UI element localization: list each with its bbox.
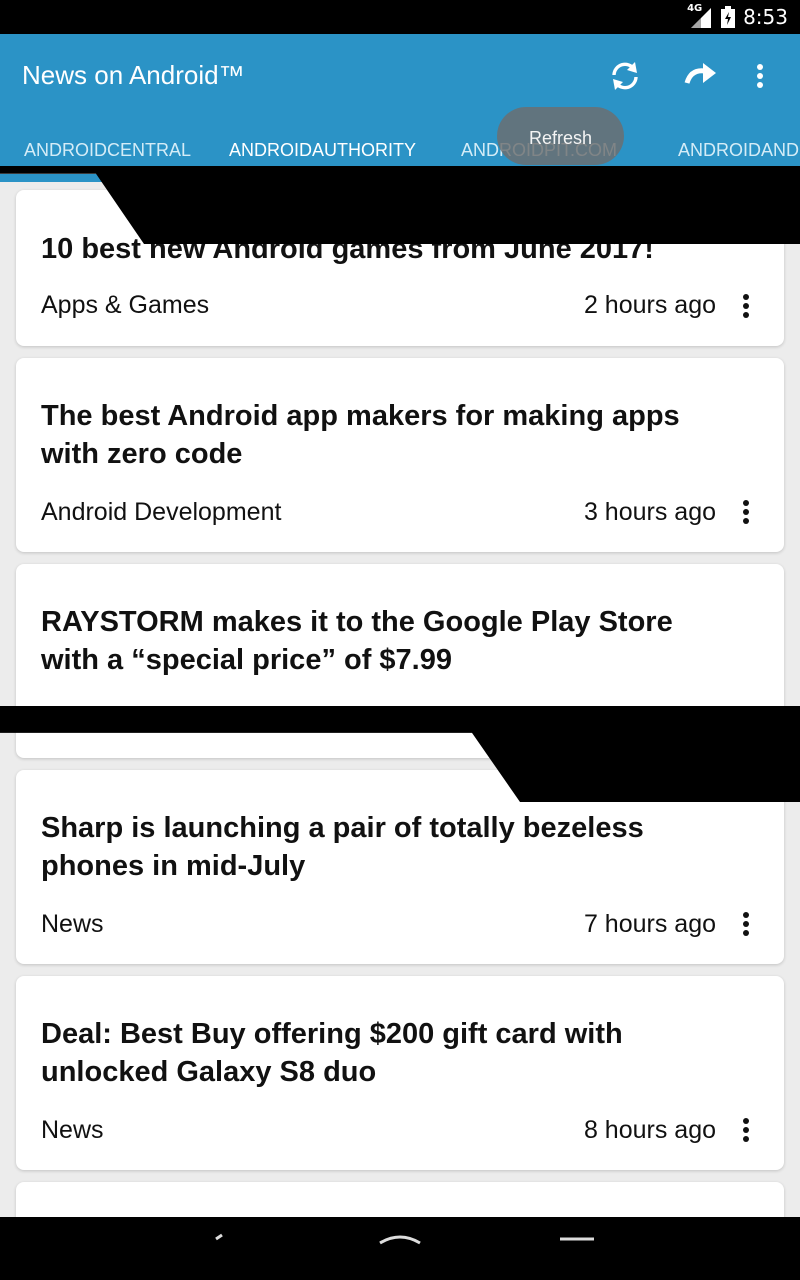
network-signal-icon: 4G: [687, 3, 713, 28]
article-title: Deal: Best Buy offering $200 gift card w…: [41, 1018, 623, 1088]
tab-bar: ANDROIDCENTRAL ANDROIDAUTHORITY ANDROIDP…: [0, 132, 800, 166]
article-category: Apps & Games: [41, 291, 210, 319]
forward-button[interactable]: [679, 54, 723, 98]
nav-back-button[interactable]: [160, 1217, 260, 1257]
tab-androidand[interactable]: ANDROIDAND: [678, 140, 799, 161]
article-title: RAYSTORM makes it to the Google Play Sto…: [41, 606, 673, 676]
refresh-tooltip: Refresh: [497, 107, 624, 165]
back-icon: [215, 1233, 223, 1241]
article-time: 8 hours ago: [583, 1116, 716, 1144]
article-title: The best Android app makers for making a…: [41, 400, 680, 470]
article-time: 2 hours ago: [583, 291, 716, 319]
more-vert-icon: [743, 500, 749, 524]
more-vert-icon: [757, 64, 763, 88]
article-more-button[interactable]: [726, 286, 766, 326]
nav-home-button[interactable]: [350, 1217, 450, 1257]
recents-icon: [560, 1237, 594, 1241]
article-card[interactable]: The best Android app makers for making a…: [16, 358, 784, 552]
network-type-label: 4G: [687, 3, 703, 14]
article-time: 7 hours ago: [583, 910, 716, 938]
article-time: 3 hours ago: [583, 498, 716, 526]
article-card[interactable]: Deal: Best Buy offering $200 gift card w…: [16, 976, 784, 1170]
article-category: News: [41, 910, 104, 938]
overflow-menu-button[interactable]: [738, 54, 782, 98]
article-more-button[interactable]: [726, 492, 766, 532]
article-title: Sharp is launching a pair of totally bez…: [41, 812, 644, 882]
article-category: Android Development: [41, 498, 282, 526]
more-vert-icon: [743, 912, 749, 936]
home-icon: [379, 1235, 421, 1245]
nav-recents-button[interactable]: [527, 1217, 627, 1257]
app-bar: News on Android™ ANDROIDCENTRAL ANDROIDA…: [0, 34, 800, 166]
more-vert-icon: [743, 294, 749, 318]
tab-indicator: [0, 174, 105, 182]
forward-arrow-icon: [684, 63, 716, 84]
more-vert-icon: [743, 1118, 749, 1142]
navigation-bar: [0, 1217, 800, 1280]
app-title: News on Android™: [22, 60, 245, 90]
refresh-button[interactable]: [603, 54, 647, 98]
clock: 8:53: [743, 5, 788, 29]
refresh-icon: [612, 62, 638, 90]
status-bar: 4G 8:53: [0, 0, 800, 34]
article-more-button[interactable]: [726, 904, 766, 944]
article-category: News: [41, 1116, 104, 1144]
article-more-button[interactable]: [726, 1110, 766, 1150]
tab-androidcentral[interactable]: ANDROIDCENTRAL: [24, 140, 191, 161]
tab-androidauthority[interactable]: ANDROIDAUTHORITY: [229, 140, 416, 161]
battery-icon: [721, 6, 736, 28]
